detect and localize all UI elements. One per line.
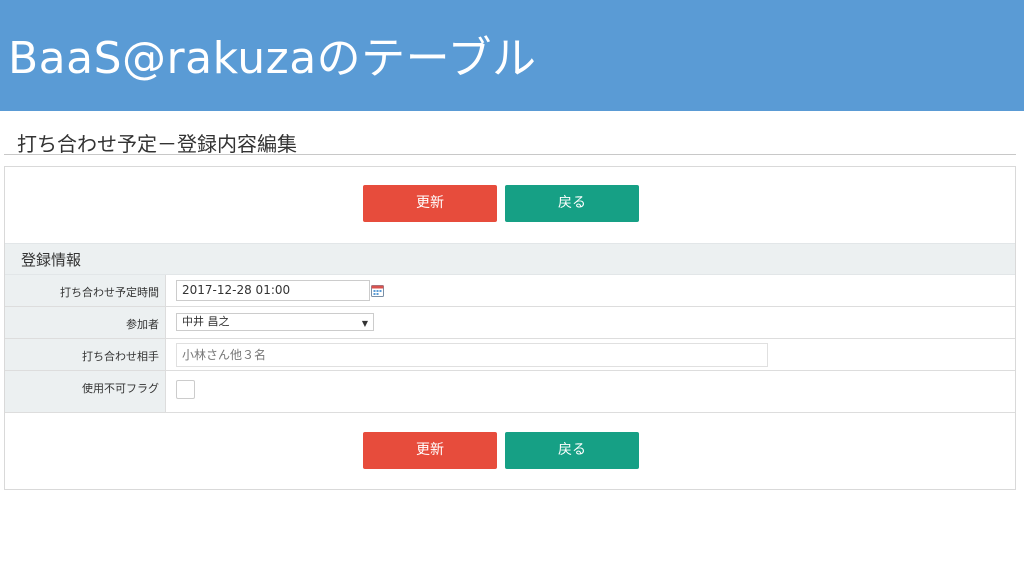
page-title: 打ち合わせ予定－登録内容編集 <box>17 132 297 156</box>
participant-select[interactable]: 中井 昌之 ▼ <box>176 313 374 331</box>
chevron-down-icon: ▼ <box>361 319 368 328</box>
form-row-counterpart: 打ち合わせ相手 小林さん他３名 <box>5 339 1015 371</box>
back-button-bottom[interactable]: 戻る <box>505 432 639 469</box>
form-row-meeting-time: 打ち合わせ予定時間 2017-12-28 01:00 <box>5 275 1015 307</box>
section-header: 登録情報 <box>5 243 1015 275</box>
participant-selected-value: 中井 昌之 <box>182 315 230 328</box>
meeting-time-label: 打ち合わせ予定時間 <box>60 286 159 299</box>
counterpart-label: 打ち合わせ相手 <box>82 350 159 363</box>
back-button-top[interactable]: 戻る <box>505 185 639 222</box>
header-banner: BaaS@rakuzaのテーブル <box>0 0 1024 111</box>
form-label-cell: 打ち合わせ予定時間 <box>5 275 166 306</box>
meeting-time-input[interactable]: 2017-12-28 01:00 <box>176 280 370 301</box>
update-button-top[interactable]: 更新 <box>363 185 497 222</box>
disabled-flag-label: 使用不可フラグ <box>82 382 159 395</box>
disabled-flag-checkbox[interactable] <box>176 380 195 399</box>
participant-label: 参加者 <box>126 318 159 331</box>
edit-form-panel: 更新 戻る 登録情報 打ち合わせ予定時間 2017-12-28 01:00 参加… <box>4 166 1016 490</box>
form-row-disabled-flag: 使用不可フラグ <box>5 371 1015 413</box>
form-label-cell: 使用不可フラグ <box>5 371 166 412</box>
update-button-bottom[interactable]: 更新 <box>363 432 497 469</box>
counterpart-value: 小林さん他３名 <box>182 348 267 362</box>
calendar-icon[interactable] <box>371 284 384 297</box>
section-title: 登録情報 <box>21 251 82 269</box>
form-label-cell: 打ち合わせ相手 <box>5 339 166 370</box>
form-row-participant: 参加者 中井 昌之 ▼ <box>5 307 1015 339</box>
app-title: BaaS@rakuzaのテーブル <box>8 33 537 84</box>
form-label-cell: 参加者 <box>5 307 166 338</box>
title-divider <box>4 154 1016 155</box>
counterpart-input[interactable]: 小林さん他３名 <box>176 343 768 367</box>
